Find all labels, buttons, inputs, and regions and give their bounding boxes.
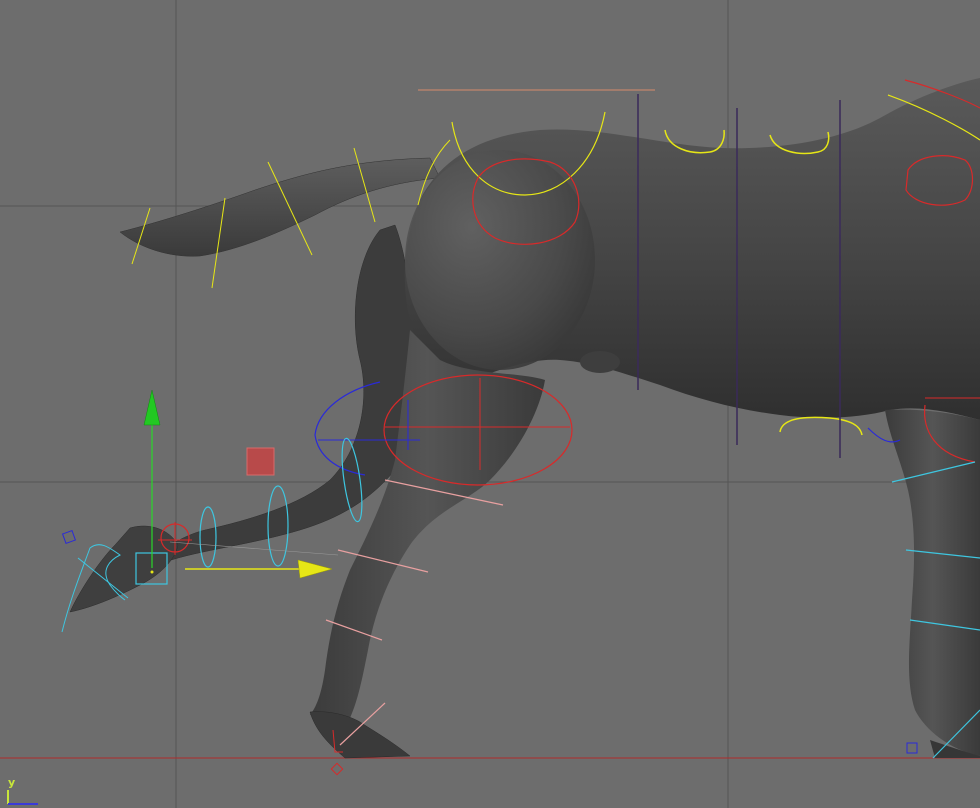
hoof-blue-marker xyxy=(61,529,77,545)
horse-front-leg xyxy=(885,409,980,756)
scene-canvas[interactable] xyxy=(0,0,980,808)
horse-near-hind-hoof xyxy=(309,711,411,759)
horse-rump xyxy=(405,150,595,370)
hoof-red-marker xyxy=(330,762,344,776)
move-y-arrow xyxy=(143,389,161,426)
horse-mesh[interactable] xyxy=(69,78,980,759)
front-hoof-blue-marker xyxy=(906,742,918,754)
horse-sheath xyxy=(580,351,620,373)
maya-viewport[interactable]: y xyxy=(0,0,980,808)
horse-near-hind-leg xyxy=(310,330,545,718)
move-center-box xyxy=(246,447,275,476)
belly-ctrl xyxy=(779,416,863,436)
axis-y-label: y xyxy=(8,776,16,789)
move-pivot xyxy=(150,570,154,574)
move-x-arrow xyxy=(297,559,333,579)
view-axis-icon: y xyxy=(4,776,44,806)
